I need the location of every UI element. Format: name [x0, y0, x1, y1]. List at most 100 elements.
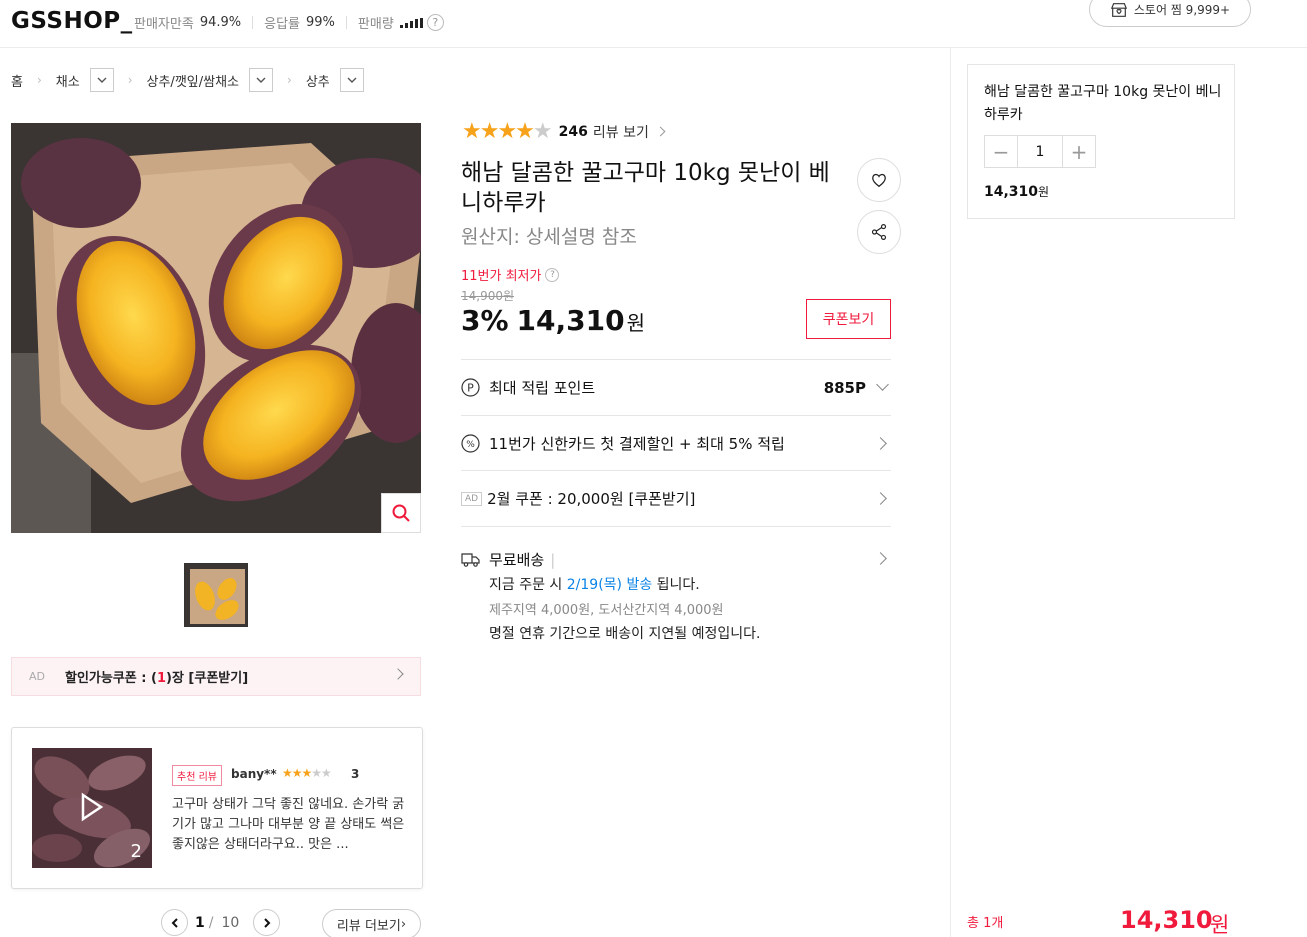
chevron-right-icon[interactable]: [874, 552, 887, 565]
shipping-title: 무료배송 |: [461, 549, 555, 570]
ad-label: AD: [29, 670, 45, 683]
zoom-button[interactable]: [381, 493, 421, 533]
chevron-right-icon: [874, 436, 887, 450]
seller-stats: 판매자만족 94.9% 응답률 99% 판매량 ?: [134, 13, 444, 32]
ship-date: 2/19(목) 발송: [566, 577, 653, 593]
monthly-coupon-label: 2월 쿠폰 : 20,000원 [쿠폰받기]: [487, 490, 696, 508]
breadcrumb-dropdown-1[interactable]: [89, 68, 114, 92]
stat-label-sales: 판매량: [357, 17, 394, 32]
summary-product-title: 해남 달콤한 꿀고구마 10kg 못난이 베니하루카: [984, 84, 1222, 123]
stat-value-satisfaction: 94.9%: [199, 15, 242, 30]
lowest-price-label: 11번가 최저가 ?: [461, 265, 560, 284]
help-icon[interactable]: ?: [426, 14, 444, 31]
decrease-quantity-button[interactable]: −: [985, 136, 1017, 167]
increase-quantity-button[interactable]: +: [1063, 136, 1095, 167]
divider: [345, 16, 347, 29]
card-discount-row[interactable]: % 11번가 신한카드 첫 결제할인 + 최대 5% 적립: [461, 415, 891, 470]
summary-price: 14,310원: [984, 183, 1049, 200]
regional-fee-line: 제주지역 4,000원, 도서산간지역 4,000원: [489, 603, 724, 618]
lowest-price-text: 11번가 최저가: [461, 269, 542, 284]
point-icon: P: [461, 378, 480, 397]
store-favorite-label: 스토어 찜 9,999+: [1133, 3, 1231, 17]
chevron-right-icon: [655, 126, 666, 137]
share-icon: [871, 224, 887, 240]
next-page-button[interactable]: [253, 909, 281, 936]
breadcrumb-dropdown-3[interactable]: [339, 68, 364, 92]
total-count-label: 총 1개: [967, 916, 1004, 931]
ship-date-suffix: 됩니다.: [652, 577, 700, 593]
review-score: 3: [351, 767, 360, 781]
divider: [252, 16, 254, 29]
breadcrumb-level1[interactable]: 채소: [56, 71, 80, 90]
wishlist-button[interactable]: [857, 158, 901, 202]
panel-divider: [950, 48, 951, 937]
breadcrumb-level3[interactable]: 상추: [306, 71, 330, 90]
store-logo[interactable]: GSSHOP_: [11, 8, 133, 34]
product-origin: 원산지: 상세설명 참조: [461, 226, 637, 248]
current-page: 1: [195, 914, 205, 931]
review-video-thumbnail[interactable]: 2: [32, 748, 152, 868]
play-icon: [81, 792, 104, 822]
more-reviews-button[interactable]: 리뷰 더보기 ›: [322, 909, 421, 937]
recommended-review-badge: 추천 리뷰: [172, 765, 222, 786]
rating-row[interactable]: ★★★★★ 246 리뷰 보기: [462, 119, 666, 144]
currency-unit: 원: [1038, 185, 1050, 199]
review-text: 고구마 상태가 그닥 좋진 않네요. 손가락 굵기가 많고 그나마 대부분 양 …: [172, 797, 405, 852]
store-favorite-button[interactable]: 스토어 찜 9,999+: [1089, 0, 1251, 27]
breadcrumb-home[interactable]: 홈: [11, 71, 23, 90]
coupon-count: 1: [156, 671, 166, 686]
price-row: 3% 14,310 원: [461, 304, 645, 337]
ship-date-prefix: 지금 주문 시: [489, 577, 567, 593]
prev-page-button[interactable]: [161, 909, 188, 936]
chevron-right-icon: [874, 492, 887, 505]
coupon-text-suffix: )장 [쿠폰받기]: [166, 671, 249, 686]
quantity-value[interactable]: 1: [1017, 136, 1063, 167]
page-separator: /: [208, 914, 214, 931]
truck-icon: [461, 550, 480, 569]
coupon-text: 할인가능쿠폰 : (1)장 [쿠폰받기]: [65, 667, 248, 686]
breadcrumb: 홈 › 채소 › 상추/깻잎/쌈채소 › 상추: [11, 68, 364, 92]
share-button[interactable]: [857, 210, 901, 254]
quantity-stepper: − 1 +: [984, 135, 1096, 168]
monthly-coupon-row[interactable]: AD 2월 쿠폰 : 20,000원 [쿠폰받기]: [461, 470, 891, 526]
product-main-image[interactable]: [11, 123, 421, 533]
heart-icon: [872, 173, 886, 188]
product-thumbnail[interactable]: [184, 563, 248, 627]
view-coupon-button[interactable]: 쿠폰보기: [806, 299, 891, 339]
breadcrumb-level2[interactable]: 상추/깻잎/쌈채소: [147, 71, 239, 90]
stat-label-satisfaction: 판매자만족: [134, 17, 194, 32]
currency-unit: 원: [626, 311, 646, 335]
review-total: 246: [558, 123, 588, 140]
chevron-right-icon: [264, 917, 271, 928]
points-label: 최대 적립 포인트: [489, 379, 596, 397]
product-star-rating: ★★★★★: [462, 119, 553, 144]
svg-text:%: %: [466, 440, 475, 450]
original-price: 14,900원: [461, 289, 515, 303]
points-value: 885P: [823, 378, 866, 397]
free-shipping-label: 무료배송: [489, 551, 545, 569]
sales-bars-icon: [399, 17, 423, 28]
magnifier-icon: [392, 504, 410, 522]
coupon-text-prefix: 할인가능쿠폰 : (: [65, 671, 157, 686]
stat-value-response: 99%: [306, 15, 335, 30]
chevron-left-icon: [171, 917, 178, 928]
header: GSSHOP_ 판매자만족 94.9% 응답률 99% 판매량 ? 스토어 찜 …: [0, 0, 1307, 48]
stat-label-response: 응답률: [264, 17, 301, 32]
discount-coupon-banner[interactable]: AD 할인가능쿠폰 : (1)장 [쿠폰받기]: [11, 657, 421, 696]
svg-text:P: P: [467, 382, 474, 395]
chevron-down-icon: [347, 77, 357, 83]
breadcrumb-dropdown-2[interactable]: [249, 68, 273, 92]
review-link[interactable]: 리뷰 보기: [593, 122, 649, 142]
help-icon[interactable]: ?: [545, 267, 560, 282]
total-price: 14,310: [1120, 906, 1213, 934]
ship-date-line: 지금 주문 시 2/19(목) 발송 됩니다.: [489, 574, 700, 594]
product-title: 해남 달콤한 꿀고구마 10kg 못난이 베니하루카: [461, 160, 830, 216]
reviewer-name: bany**: [231, 767, 277, 781]
featured-review-card[interactable]: 2 추천 리뷰 bany** ★★★★★ 3 고구마 상태가 그닥 좋진 않네요…: [11, 727, 423, 889]
discount-rate: 3%: [461, 304, 509, 337]
points-row[interactable]: P 최대 적립 포인트 885P: [461, 359, 891, 415]
store-heart-icon: [1110, 2, 1127, 17]
summary-price-value: 14,310: [984, 184, 1039, 200]
total-currency-unit: 원: [1210, 913, 1230, 937]
chevron-right-icon: ›: [127, 73, 133, 87]
